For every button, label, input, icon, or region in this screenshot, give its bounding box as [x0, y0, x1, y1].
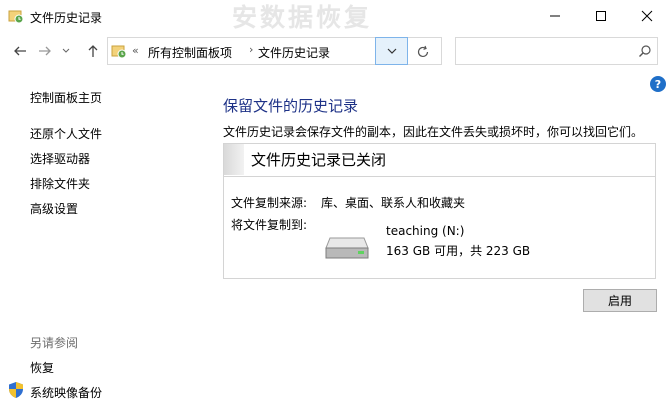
close-icon	[641, 10, 653, 22]
page-description: 文件历史记录会保存文件的副本，因此在文件丢失或损坏时，你可以找回它们。	[223, 125, 644, 139]
breadcrumb-all-control-panel-items[interactable]: 所有控制面板项	[148, 44, 232, 61]
back-button[interactable]	[11, 42, 29, 60]
refresh-icon	[417, 45, 429, 58]
sidebar-link-advanced-settings[interactable]: 高级设置	[30, 200, 78, 217]
hard-drive-icon	[325, 237, 369, 259]
maximize-button[interactable]	[578, 0, 624, 32]
address-dropdown-button[interactable]	[375, 37, 408, 65]
drive-space: 163 GB 可用，共 223 GB	[386, 244, 531, 258]
back-arrow-icon	[14, 46, 26, 56]
up-button[interactable]	[84, 42, 102, 60]
see-also-heading: 另请参阅	[30, 336, 79, 350]
title-bar: 文件历史记录 安数据恢复	[0, 0, 670, 32]
minimize-icon	[550, 15, 560, 17]
help-button[interactable]: ?	[650, 76, 666, 92]
address-bar[interactable]: « 所有控制面板项 › 文件历史记录	[107, 37, 442, 65]
sidebar-link-control-panel-home[interactable]: 控制面板主页	[30, 89, 102, 106]
breadcrumb-separator[interactable]: ›	[249, 43, 253, 56]
page-title: 保留文件的历史记录	[223, 97, 359, 115]
recent-locations-button[interactable]	[60, 42, 72, 60]
file-history-icon	[111, 45, 127, 59]
file-history-icon	[8, 10, 24, 24]
sidebar-link-restore-personal-files[interactable]: 还原个人文件	[30, 125, 102, 142]
sidebar-link-recovery[interactable]: 恢复	[30, 359, 54, 376]
status-stripe	[224, 144, 244, 175]
breadcrumb-file-history[interactable]: 文件历史记录	[258, 44, 330, 61]
drive-name: teaching (N:)	[386, 224, 465, 238]
up-arrow-icon	[88, 45, 98, 57]
shield-icon	[9, 382, 23, 398]
chevron-down-icon	[62, 48, 70, 53]
chevron-down-icon	[387, 48, 396, 54]
enable-button[interactable]: 启用	[583, 289, 657, 312]
copy-to-label: 将文件复制到:	[231, 218, 308, 232]
copy-from-label: 文件复制来源:	[231, 196, 308, 210]
sidebar-link-select-drive[interactable]: 选择驱动器	[30, 150, 90, 167]
sidebar-link-system-image-backup[interactable]: 系统映像备份	[30, 384, 102, 401]
search-icon[interactable]	[638, 44, 652, 58]
search-box[interactable]	[455, 37, 658, 65]
status-header: 文件历史记录已关闭	[224, 144, 655, 177]
forward-button[interactable]	[36, 42, 54, 60]
window-title: 文件历史记录	[30, 11, 103, 25]
search-input[interactable]	[460, 42, 634, 62]
minimize-button[interactable]	[532, 0, 578, 32]
status-title: 文件历史记录已关闭	[251, 151, 387, 169]
address-overflow-chevron[interactable]: «	[132, 44, 139, 57]
maximize-icon	[596, 11, 606, 21]
forward-arrow-icon	[39, 46, 51, 56]
refresh-button[interactable]	[413, 42, 433, 62]
sidebar-link-exclude-folders[interactable]: 排除文件夹	[30, 175, 90, 192]
status-panel: 文件历史记录已关闭 文件复制来源: 库、桌面、联系人和收藏夹 将文件复制到: t…	[223, 143, 656, 279]
watermark-text: 安数据恢复	[232, 3, 373, 32]
close-button[interactable]	[624, 0, 670, 32]
copy-from-value: 库、桌面、联系人和收藏夹	[321, 196, 466, 210]
